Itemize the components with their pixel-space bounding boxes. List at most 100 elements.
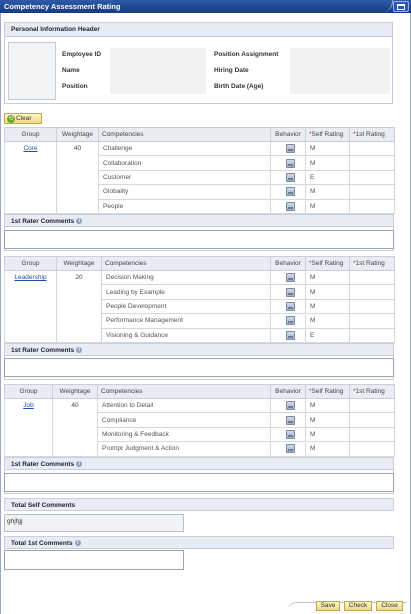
col-group: Group <box>4 384 53 399</box>
rater-comments-header-job: 1st Rater Comments i <box>4 457 394 470</box>
first-rating-cell[interactable] <box>349 198 395 214</box>
self-rating-value[interactable]: M <box>305 298 350 315</box>
behavior-icon[interactable] <box>285 172 295 182</box>
behavior-icon[interactable] <box>285 330 295 340</box>
first-rating-cell[interactable] <box>349 441 395 457</box>
self-rating-value[interactable]: M <box>305 140 350 157</box>
first-rating-cell[interactable] <box>349 298 395 315</box>
rater-comments-label: 1st Rater Comments <box>11 347 75 354</box>
total-self-comments-header: Total Self Comments <box>4 498 394 511</box>
table-row: Job 40 Attention to Detail M <box>4 397 395 457</box>
name-label: Name <box>62 67 80 74</box>
first-rating-cell[interactable] <box>349 327 395 343</box>
competency-table-core: Group Weightage Competencies Behavior *S… <box>4 127 395 214</box>
hiring-date-label: Hiring Date <box>214 67 249 74</box>
birth-date-label: Birth Date (Age) <box>214 83 264 90</box>
self-rating-value[interactable]: M <box>305 397 350 414</box>
behavior-icon[interactable] <box>285 273 295 283</box>
behavior-icon[interactable] <box>285 201 295 211</box>
first-rating-cell[interactable] <box>349 284 395 300</box>
first-rating-cell[interactable] <box>349 140 395 157</box>
self-rating-value[interactable]: M <box>305 284 350 300</box>
self-rating-value[interactable]: M <box>305 441 350 457</box>
position-label: Position <box>62 83 88 90</box>
behavior-icon[interactable] <box>285 316 295 326</box>
col-group: Group <box>4 256 57 271</box>
col-weightage: Weightage <box>52 384 98 399</box>
behavior-icon[interactable] <box>285 287 295 297</box>
save-button[interactable]: Save <box>316 601 340 611</box>
behavior-icon[interactable] <box>285 444 295 454</box>
competency-name: Monitoring & Feedback <box>97 426 271 443</box>
self-rating-value[interactable]: M <box>305 313 350 329</box>
first-rating-cell[interactable] <box>349 412 395 428</box>
group-link-job[interactable]: Job <box>23 402 33 409</box>
col-first-rating: *1st Rating <box>349 256 395 271</box>
first-rating-cell[interactable] <box>349 313 395 329</box>
employee-photo <box>8 42 56 100</box>
rater-comments-input-leadership[interactable] <box>4 358 394 377</box>
self-rating-value[interactable]: M <box>305 426 350 443</box>
col-self-rating: *Self Rating <box>305 384 350 399</box>
first-rating-cell[interactable] <box>349 397 395 414</box>
competency-name: Leading by Example <box>101 284 271 300</box>
titlebar-curve <box>377 0 393 13</box>
col-self-rating: *Self Rating <box>305 256 350 271</box>
total-self-comments-field: ghjfgj <box>4 514 184 532</box>
first-rating-cell[interactable] <box>349 269 395 286</box>
info-icon[interactable]: i <box>76 461 83 468</box>
first-rating-cell[interactable] <box>349 184 395 200</box>
first-rating-cell[interactable] <box>349 155 395 171</box>
self-rating-value[interactable]: M <box>305 198 350 214</box>
behavior-icon[interactable] <box>285 429 295 439</box>
employee-values-area <box>110 48 206 94</box>
self-rating-value[interactable]: M <box>305 155 350 171</box>
behavior-icon[interactable] <box>285 187 295 197</box>
table-header-row: Group Weightage Competencies Behavior *S… <box>4 127 395 142</box>
close-button[interactable]: Close <box>376 601 403 611</box>
behavior-icon[interactable] <box>285 301 295 311</box>
total-first-comments-input[interactable] <box>4 550 184 570</box>
col-competencies: Competencies <box>98 127 271 142</box>
assignment-values-area <box>290 48 390 94</box>
group-link-leadership[interactable]: Leadership <box>14 274 46 281</box>
self-rating-value[interactable]: M <box>305 412 350 428</box>
info-icon[interactable]: i <box>76 347 83 354</box>
behavior-icon[interactable] <box>285 415 295 425</box>
info-icon[interactable]: i <box>74 540 81 547</box>
competency-name: Customer <box>98 169 271 186</box>
position-assignment-label: Position Assignment <box>214 51 279 58</box>
competency-table-leadership: Group Weightage Competencies Behavior *S… <box>4 256 395 343</box>
first-rating-cell[interactable] <box>349 169 395 186</box>
rater-comments-input-core[interactable] <box>4 230 394 249</box>
behavior-icon[interactable] <box>285 401 295 411</box>
personal-info-header: Personal Information Header <box>4 22 393 37</box>
total-first-comments-label: Total 1st Comments <box>11 540 73 547</box>
total-self-comments-label: Total Self Comments <box>11 502 76 509</box>
employee-id-label: Employee ID <box>62 51 102 58</box>
self-rating-value[interactable]: E <box>305 327 350 343</box>
col-group: Group <box>4 127 57 142</box>
competency-name: Decision Making <box>101 269 271 286</box>
competency-name: Globality <box>98 184 271 200</box>
total-first-comments-header: Total 1st Comments i <box>4 536 394 549</box>
rater-comments-label: 1st Rater Comments <box>11 218 75 225</box>
behavior-icon[interactable] <box>285 158 295 168</box>
clear-label: Clear <box>16 115 32 122</box>
info-icon[interactable]: i <box>76 218 83 225</box>
self-rating-value[interactable]: M <box>305 269 350 286</box>
table-header-row: Group Weightage Competencies Behavior *S… <box>4 256 395 271</box>
first-rating-cell[interactable] <box>349 426 395 443</box>
competency-table-job: Group Weightage Competencies Behavior *S… <box>4 384 395 457</box>
check-button[interactable]: Check <box>344 601 372 611</box>
rater-comments-header-leadership: 1st Rater Comments i <box>4 343 394 356</box>
group-link-core[interactable]: Core <box>23 145 37 152</box>
clear-button[interactable]: ⟲ Clear <box>4 113 42 124</box>
maximize-icon[interactable] <box>393 1 409 12</box>
col-first-rating: *1st Rating <box>349 384 395 399</box>
col-weightage: Weightage <box>56 127 99 142</box>
self-rating-value[interactable]: E <box>305 169 350 186</box>
self-rating-value[interactable]: M <box>305 184 350 200</box>
behavior-icon[interactable] <box>285 144 295 154</box>
rater-comments-input-job[interactable] <box>4 473 394 492</box>
